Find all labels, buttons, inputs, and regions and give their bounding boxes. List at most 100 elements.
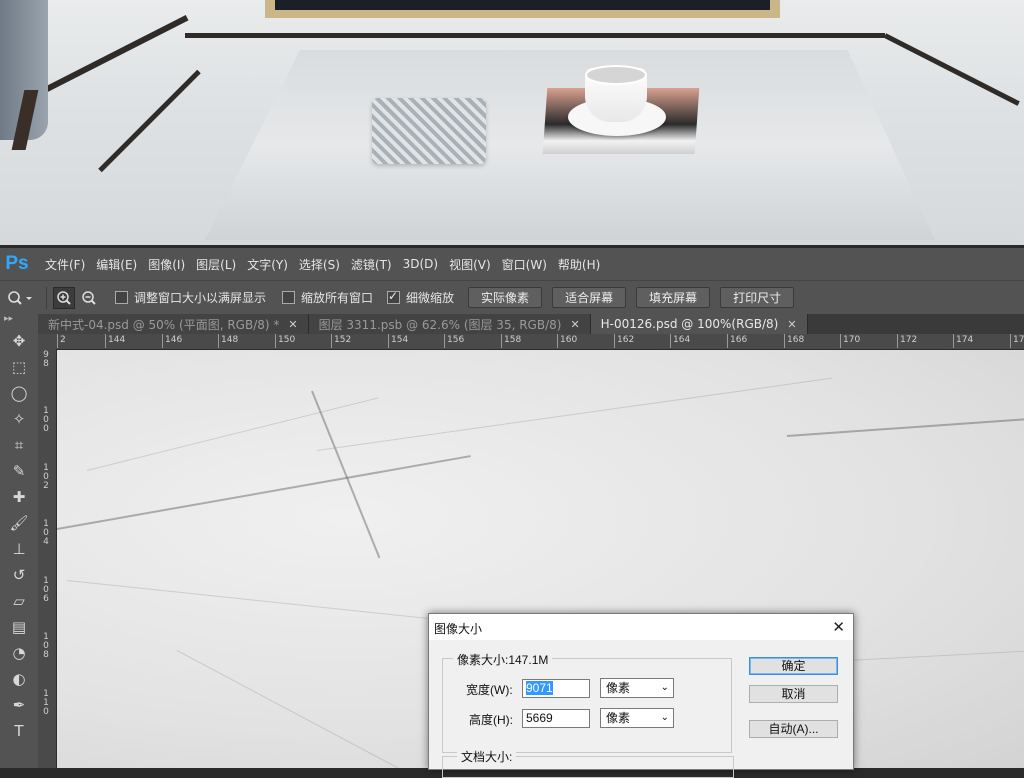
- clone-stamp-tool-icon[interactable]: ⊥: [0, 536, 38, 562]
- ruler-tick: 168: [784, 334, 804, 348]
- ruler-tick: 154: [388, 334, 408, 348]
- resize-windows-checkbox[interactable]: 调整窗口大小以满屏显示: [115, 289, 266, 306]
- dialog-title: 图像大小: [434, 622, 483, 636]
- resize-windows-box[interactable]: [115, 291, 128, 304]
- ruler-tick: 1 1 0: [43, 689, 49, 717]
- ruler-tick: 160: [557, 334, 577, 348]
- ruler-tick: 146: [162, 334, 182, 348]
- height-unit-select[interactable]: 像素 ⌄: [600, 708, 674, 728]
- zoom-all-windows-box[interactable]: [282, 291, 296, 304]
- ruler-tick: 144: [105, 334, 125, 348]
- toolbox: ▸▸ ✥ ⬚ ◯ ✧ ⌗ ✎ ✚ 🖌 ⊥ ↺ ▱ ▤ ◔ ◐ ✒ T: [0, 314, 39, 768]
- tab-document-3[interactable]: H-00126.psd @ 100%(RGB/8) ✕: [590, 314, 808, 334]
- close-tab-icon[interactable]: ✕: [288, 318, 297, 331]
- doc-size-label: 文档大小:: [457, 748, 517, 765]
- menu-select[interactable]: 选择(S): [299, 256, 340, 273]
- options-bar: 调整窗口大小以满屏显示 缩放所有窗口 细微缩放 实际像素 适合屏幕 填充屏幕 打…: [0, 280, 1024, 314]
- marble-vein: [176, 650, 443, 768]
- healing-brush-tool-icon[interactable]: ✚: [0, 484, 38, 510]
- menu-view[interactable]: 视图(V): [449, 256, 491, 273]
- zoom-out-icon: [82, 290, 96, 305]
- scrubby-zoom-box[interactable]: [387, 289, 401, 304]
- cup-rim: [585, 65, 647, 85]
- toolbox-collapse-icon[interactable]: ▸▸: [0, 314, 38, 328]
- eraser-tool-icon[interactable]: ▱: [0, 588, 38, 614]
- marble-vein: [57, 455, 471, 530]
- ruler-tick: 166: [727, 334, 747, 348]
- ruler-corner[interactable]: [38, 334, 57, 349]
- scrubby-zoom-checkbox[interactable]: 细微缩放: [387, 289, 454, 306]
- menu-edit[interactable]: 编辑(E): [96, 256, 137, 273]
- pen-tool-icon[interactable]: ✒: [0, 692, 38, 718]
- zoom-tool-preset[interactable]: [0, 290, 40, 306]
- width-unit-select[interactable]: 像素 ⌄: [600, 678, 674, 698]
- ruler-tick: 9 8: [43, 350, 49, 369]
- chevron-down-icon: ⌄: [660, 682, 669, 693]
- height-input[interactable]: 5669: [522, 709, 590, 728]
- print-size-button[interactable]: 打印尺寸: [720, 287, 795, 308]
- cancel-button[interactable]: 取消: [749, 685, 838, 703]
- ok-button[interactable]: 确定: [749, 657, 838, 675]
- lasso-tool-icon[interactable]: ◯: [0, 380, 38, 406]
- ruler-tick: 172: [897, 334, 917, 348]
- menu-type[interactable]: 文字(Y): [247, 256, 288, 273]
- type-tool-icon[interactable]: T: [0, 718, 38, 744]
- move-tool-icon[interactable]: ✥: [0, 328, 38, 354]
- marble-vein: [786, 418, 1024, 437]
- ruler-tick: 170: [840, 334, 860, 348]
- marble-vein: [316, 377, 833, 451]
- floor-border-left-inner: [98, 69, 201, 173]
- history-brush-tool-icon[interactable]: ↺: [0, 562, 38, 588]
- ruler-tick: 152: [331, 334, 351, 348]
- menu-3d[interactable]: 3D(D): [403, 257, 438, 271]
- height-unit-value: 像素: [606, 711, 631, 725]
- ruler-tick: 158: [501, 334, 521, 348]
- dodge-tool-icon[interactable]: ◐: [0, 666, 38, 692]
- menu-file[interactable]: 文件(F): [45, 256, 85, 273]
- ruler-tick: 1 0 6: [43, 576, 49, 604]
- marquee-tool-icon[interactable]: ⬚: [0, 354, 38, 380]
- resize-windows-label: 调整窗口大小以满屏显示: [134, 291, 267, 305]
- actual-pixels-button[interactable]: 实际像素: [468, 287, 543, 308]
- magic-wand-tool-icon[interactable]: ✧: [0, 406, 38, 432]
- crop-tool-icon[interactable]: ⌗: [0, 432, 38, 458]
- horizontal-ruler[interactable]: 2 144 146 148 150 152 154 156 158 160 16…: [57, 334, 1024, 350]
- menu-window[interactable]: 窗口(W): [502, 256, 547, 273]
- eyedropper-tool-icon[interactable]: ✎: [0, 458, 38, 484]
- fit-screen-button[interactable]: 适合屏幕: [552, 287, 627, 308]
- zoom-out-button[interactable]: [79, 288, 99, 308]
- close-tab-icon[interactable]: ✕: [570, 318, 579, 331]
- ruler-tick: 174: [953, 334, 973, 348]
- menu-help[interactable]: 帮助(H): [558, 256, 600, 273]
- blur-tool-icon[interactable]: ◔: [0, 640, 38, 666]
- tab-document-1[interactable]: 新中式-04.psd @ 50% (平面图, RGB/8) * ✕: [38, 314, 309, 334]
- floor-border-top: [185, 33, 885, 38]
- close-icon[interactable]: ✕: [832, 618, 845, 636]
- width-label: 宽度(W):: [466, 683, 513, 697]
- marble-vein: [86, 397, 379, 471]
- height-value: 5669: [526, 711, 553, 725]
- menu-image[interactable]: 图像(I): [148, 256, 185, 273]
- vertical-ruler[interactable]: 9 8 1 0 0 1 0 2 1 0 4 1 0 6 1 0 8 1 1 0: [38, 349, 57, 768]
- zoom-all-windows-checkbox[interactable]: 缩放所有窗口: [282, 289, 373, 306]
- ruler-tick: 164: [670, 334, 690, 348]
- menu-bar: Ps 文件(F) 编辑(E) 图像(I) 图层(L) 文字(Y) 选择(S) 滤…: [0, 248, 1024, 280]
- separator: [46, 286, 47, 309]
- menu-layer[interactable]: 图层(L): [196, 256, 236, 273]
- gradient-tool-icon[interactable]: ▤: [0, 614, 38, 640]
- brush-tool-icon[interactable]: 🖌: [0, 510, 38, 536]
- zoom-in-button[interactable]: [53, 286, 75, 309]
- width-input[interactable]: 9071: [522, 679, 590, 698]
- tab-label: 新中式-04.psd @ 50% (平面图, RGB/8) *: [48, 317, 280, 332]
- menu-filter[interactable]: 滤镜(T): [351, 256, 392, 273]
- close-tab-icon[interactable]: ✕: [787, 318, 796, 331]
- ruler-tick: 1 0 4: [43, 519, 49, 547]
- tab-label: 图层 3311.psb @ 62.6% (图层 35, RGB/8): [318, 317, 562, 332]
- fill-screen-button[interactable]: 填充屏幕: [636, 287, 711, 308]
- tab-document-2[interactable]: 图层 3311.psb @ 62.6% (图层 35, RGB/8) ✕: [308, 314, 591, 334]
- ruler-tick: 156: [444, 334, 464, 348]
- document-tabs: 新中式-04.psd @ 50% (平面图, RGB/8) * ✕ 图层 331…: [38, 314, 1024, 334]
- dialog-titlebar[interactable]: 图像大小 ✕: [429, 614, 853, 640]
- zoom-all-windows-label: 缩放所有窗口: [301, 291, 374, 305]
- auto-button[interactable]: 自动(A)...: [749, 720, 838, 738]
